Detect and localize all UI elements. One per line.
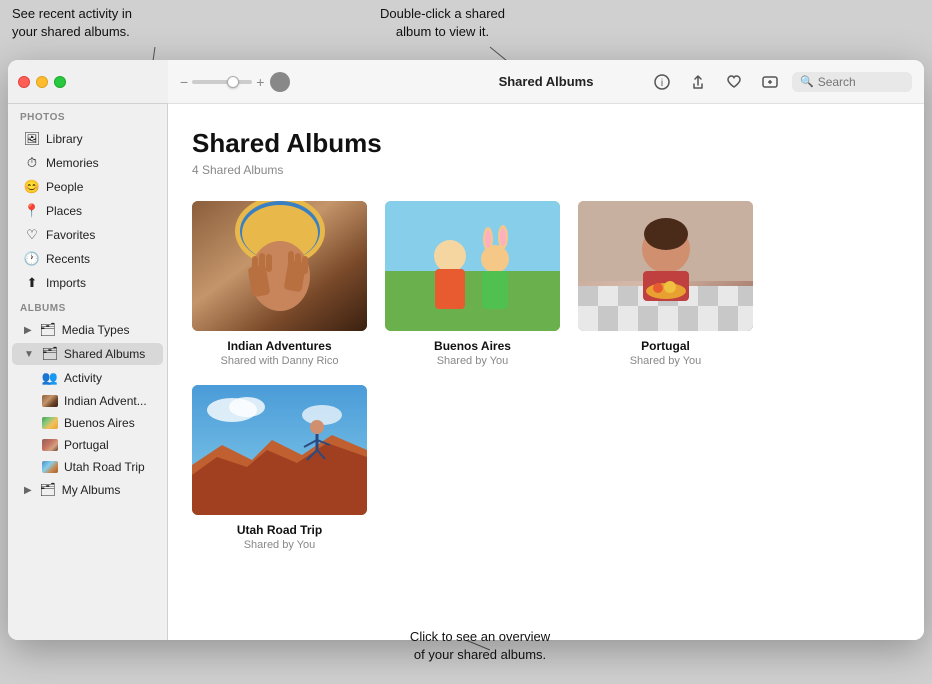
disclosure-shared-albums: ▼ xyxy=(24,349,34,360)
annotation-topright: Double-click a shared album to view it. xyxy=(380,5,505,41)
album-name-indian-adventures: Indian Adventures xyxy=(227,339,331,353)
shared-albums-icon: 🗂 xyxy=(42,346,58,362)
search-box[interactable]: 🔍 xyxy=(792,72,912,92)
album-thumb-utah-road-trip xyxy=(192,385,367,515)
size-slider[interactable] xyxy=(192,80,252,84)
sidebar-item-recents[interactable]: 🕐 Recents xyxy=(12,248,163,270)
main-window: Photos 🖼 Library ⏱ Memories 😊 People 📍 P… xyxy=(8,60,924,640)
sidebar-item-media-types[interactable]: ▶ 🗂 Media Types xyxy=(12,319,163,341)
annotation-bottom: Click to see an overview of your shared … xyxy=(410,628,550,664)
album-subtitle-buenos-aires: Shared by You xyxy=(437,355,509,367)
info-button[interactable]: i xyxy=(648,68,676,96)
disclosure-my-albums: ▶ xyxy=(24,485,32,496)
album-thumb-indian-adventures xyxy=(192,201,367,331)
slider-thumb xyxy=(227,76,239,88)
maximize-button[interactable] xyxy=(54,76,66,88)
search-input[interactable] xyxy=(818,75,898,89)
main-content: Shared Albums 4 Shared Albums xyxy=(168,104,924,640)
library-icon: 🖼 xyxy=(24,131,40,147)
sidebar-item-indian-adventures[interactable]: Indian Advent... xyxy=(12,391,163,411)
sidebar-item-library[interactable]: 🖼 Library xyxy=(12,128,163,150)
album-thumb-buenos-aires xyxy=(385,201,560,331)
close-button[interactable] xyxy=(18,76,30,88)
album-image-portugal xyxy=(578,201,753,331)
sidebar-item-activity[interactable]: 👥 Activity xyxy=(12,367,163,389)
albums-section-label: Albums xyxy=(8,295,167,318)
toolbar-left: − + xyxy=(180,72,290,92)
favorite-button[interactable] xyxy=(720,68,748,96)
album-count: 4 Shared Albums xyxy=(192,163,900,177)
utah-road-trip-thumb xyxy=(42,461,58,473)
sidebar: Photos 🖼 Library ⏱ Memories 😊 People 📍 P… xyxy=(8,60,168,640)
sidebar-item-memories[interactable]: ⏱ Memories xyxy=(12,152,163,174)
albums-grid: Indian Adventures Shared with Danny Rico xyxy=(192,201,900,551)
annotation-topleft: See recent activity in your shared album… xyxy=(12,5,132,41)
titlebar: − + Shared Albums i xyxy=(168,60,924,104)
sidebar-item-favorites[interactable]: ♡ Favorites xyxy=(12,224,163,246)
favorites-icon: ♡ xyxy=(24,227,40,243)
sidebar-item-places[interactable]: 📍 Places xyxy=(12,200,163,222)
album-name-buenos-aires: Buenos Aires xyxy=(434,339,511,353)
photos-section-label: Photos xyxy=(8,104,167,127)
sidebar-item-shared-albums[interactable]: ▼ 🗂 Shared Albums xyxy=(12,343,163,365)
places-icon: 📍 xyxy=(24,203,40,219)
svg-text:i: i xyxy=(661,78,663,89)
size-slider-container: − + xyxy=(180,74,264,90)
portugal-thumb xyxy=(42,439,58,451)
my-albums-icon: 🗂 xyxy=(40,482,56,498)
album-subtitle-portugal: Shared by You xyxy=(630,355,702,367)
sidebar-item-imports[interactable]: ⬆ Imports xyxy=(12,272,163,294)
album-name-utah-road-trip: Utah Road Trip xyxy=(237,523,322,537)
sidebar-item-people[interactable]: 😊 People xyxy=(12,176,163,198)
sidebar-item-portugal[interactable]: Portugal xyxy=(12,435,163,455)
album-thumb-portugal xyxy=(578,201,753,331)
add-icon xyxy=(762,74,778,90)
slider-decrease-button[interactable]: − xyxy=(180,74,188,90)
recents-icon: 🕐 xyxy=(24,251,40,267)
add-button[interactable] xyxy=(756,68,784,96)
album-subtitle-utah-road-trip: Shared by You xyxy=(244,539,316,551)
album-subtitle-indian-adventures: Shared with Danny Rico xyxy=(220,355,338,367)
album-image-indian-adventures xyxy=(192,201,367,331)
sidebar-item-utah-road-trip[interactable]: Utah Road Trip xyxy=(12,457,163,477)
album-item-indian-adventures[interactable]: Indian Adventures Shared with Danny Rico xyxy=(192,201,367,367)
disclosure-media-types: ▶ xyxy=(24,325,32,336)
indian-adventures-thumb xyxy=(42,395,58,407)
page-title: Shared Albums xyxy=(192,128,900,159)
buenos-aires-thumb xyxy=(42,417,58,429)
search-icon: 🔍 xyxy=(800,75,814,88)
album-image-utah-road-trip xyxy=(192,385,367,515)
toolbar-title: Shared Albums xyxy=(499,74,594,89)
album-item-utah-road-trip[interactable]: Utah Road Trip Shared by You xyxy=(192,385,367,551)
memories-icon: ⏱ xyxy=(24,155,40,171)
sidebar-item-buenos-aires[interactable]: Buenos Aires xyxy=(12,413,163,433)
activity-icon: 👥 xyxy=(42,370,58,386)
album-image-buenos-aires xyxy=(385,201,560,331)
album-item-buenos-aires[interactable]: Buenos Aires Shared by You xyxy=(385,201,560,367)
heart-icon xyxy=(726,74,742,90)
people-icon: 😊 xyxy=(24,179,40,195)
slider-increase-button[interactable]: + xyxy=(256,74,264,90)
media-types-icon: 🗂 xyxy=(40,322,56,338)
share-button[interactable] xyxy=(684,68,712,96)
view-toggle-button[interactable] xyxy=(270,72,290,92)
sidebar-item-my-albums[interactable]: ▶ 🗂 My Albums xyxy=(12,479,163,501)
traffic-lights xyxy=(8,60,168,104)
share-icon xyxy=(690,74,706,90)
toolbar-right: i 🔍 xyxy=(648,68,912,96)
album-item-portugal[interactable]: Portugal Shared by You xyxy=(578,201,753,367)
album-name-portugal: Portugal xyxy=(641,339,690,353)
imports-icon: ⬆ xyxy=(24,275,40,291)
minimize-button[interactable] xyxy=(36,76,48,88)
info-icon: i xyxy=(654,74,670,90)
